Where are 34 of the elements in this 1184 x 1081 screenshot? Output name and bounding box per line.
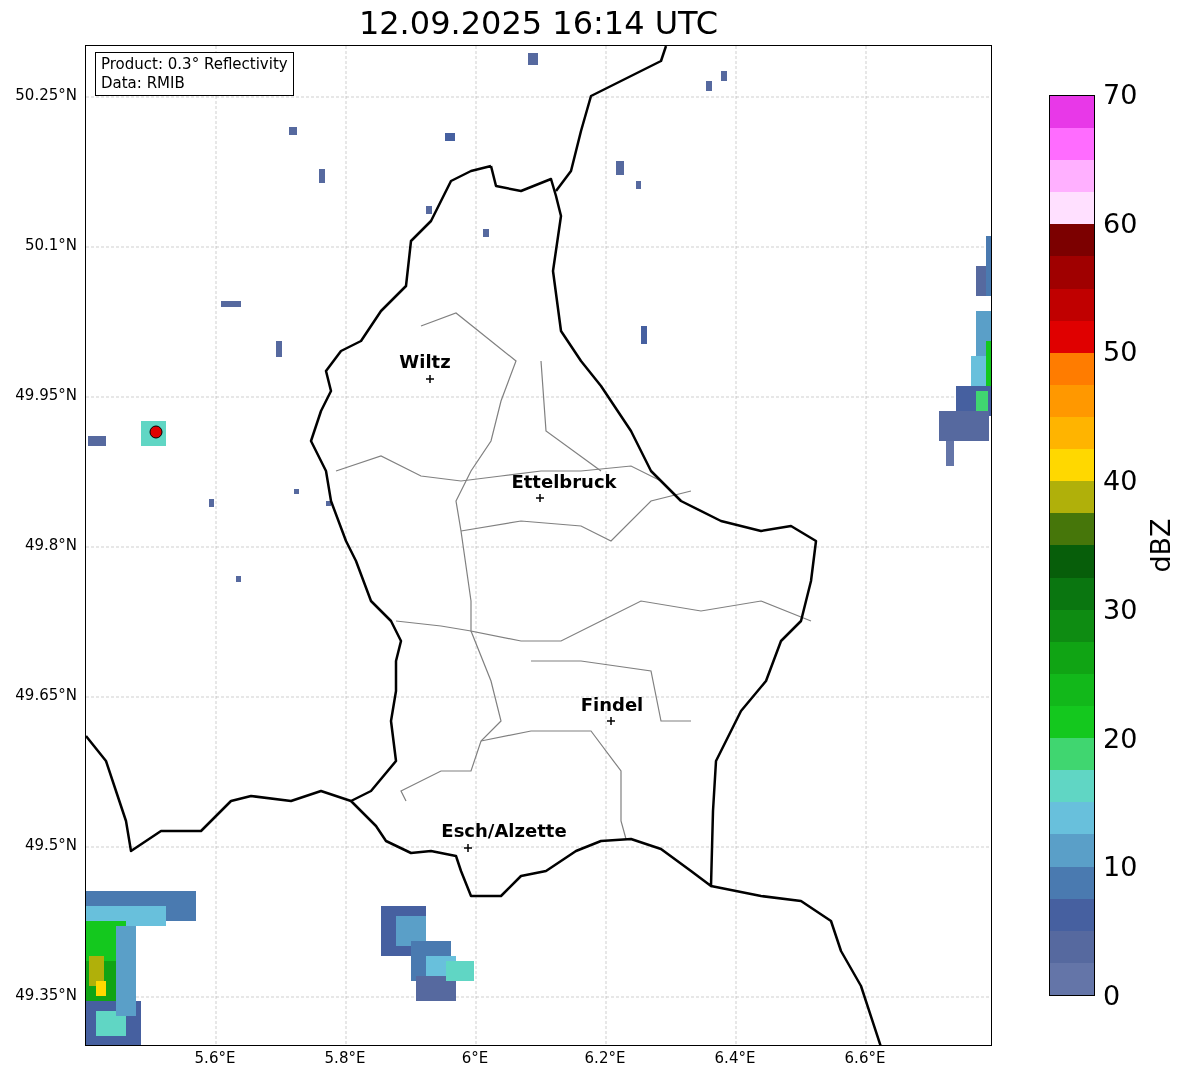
place-label: Findel	[580, 696, 644, 714]
latitude-label: 50.25°N	[15, 88, 77, 103]
latitude-label: 49.5°N	[24, 838, 77, 853]
info-text: Product: 0.3° Reflectivity	[101, 55, 288, 74]
longitude-label: 6.2°E	[584, 1051, 626, 1066]
radar-site-icon	[149, 425, 163, 439]
scale-tick-label: 0	[1103, 982, 1121, 1009]
info-text: Data: RMIB	[101, 74, 186, 93]
scale-unit-label: dBZ	[1146, 518, 1174, 573]
scale-tick-label: 60	[1103, 209, 1138, 237]
scale-tick-label: 40	[1103, 467, 1138, 495]
longitude-label: 6.6°E	[844, 1051, 886, 1066]
place-marker-icon	[463, 843, 473, 853]
longitude-label: 5.6°E	[194, 1051, 236, 1066]
place-label: Esch/Alzette	[441, 822, 567, 840]
place-label: Wiltz	[399, 353, 451, 371]
scale-tick-label: 50	[1103, 338, 1138, 366]
latitude-label: 49.8°N	[24, 538, 77, 553]
latitude-label: 49.95°N	[15, 388, 77, 403]
place-marker-icon	[535, 493, 545, 503]
latitude-label: 50.1°N	[24, 238, 77, 253]
scale-tick-label: 70	[1103, 81, 1138, 108]
longitude-label: 6°E	[461, 1051, 489, 1066]
scale-tick-label: 10	[1103, 853, 1138, 881]
scale-tick-label: 30	[1103, 595, 1138, 623]
place-label: Ettelbruck	[511, 473, 617, 491]
place-marker-icon	[606, 716, 616, 726]
longitude-label: 5.8°E	[324, 1051, 366, 1066]
latitude-label: 49.65°N	[15, 688, 77, 703]
chart-title: 12.09.2025 16:14 UTC	[358, 6, 719, 39]
place-marker-icon	[425, 374, 435, 384]
longitude-label: 6.4°E	[714, 1051, 756, 1066]
scale-tick-label: 20	[1103, 724, 1138, 752]
latitude-label: 49.35°N	[15, 988, 77, 1003]
